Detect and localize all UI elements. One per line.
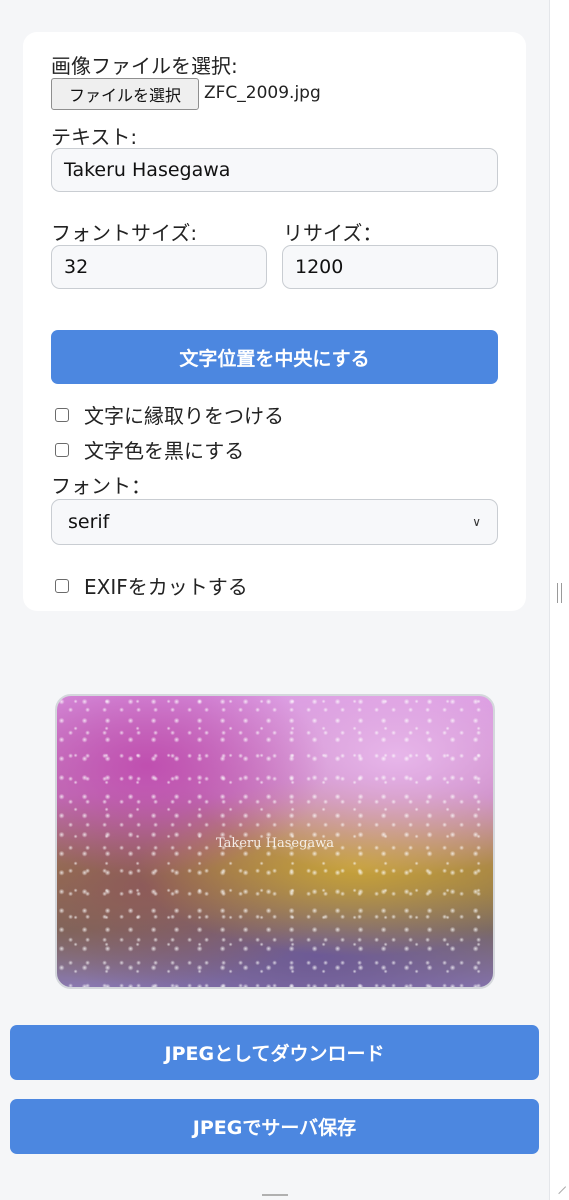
outline-checkbox[interactable] bbox=[55, 407, 69, 422]
outline-label: 文字に縁取りをつける bbox=[84, 404, 284, 428]
bottom-drag-handle-icon[interactable] bbox=[262, 1194, 288, 1196]
exif-option[interactable]: EXIFをカットする bbox=[55, 571, 248, 600]
black-text-option[interactable]: 文字色を黒にする bbox=[55, 435, 244, 464]
black-text-label: 文字色を黒にする bbox=[84, 439, 245, 463]
font-select-value: serif bbox=[68, 511, 110, 533]
chevron-down-icon: ∨ bbox=[472, 515, 481, 529]
resize-input[interactable]: 1200 bbox=[282, 245, 498, 289]
text-input[interactable]: Takeru Hasegawa bbox=[51, 148, 498, 192]
panel-resize-grip-icon[interactable] bbox=[557, 583, 562, 603]
exif-checkbox[interactable] bbox=[55, 578, 69, 593]
font-label: フォント： bbox=[51, 474, 151, 498]
preview-watermark-text: Takeru Hasegawa bbox=[215, 836, 335, 851]
resize-label: リサイズ： bbox=[283, 221, 383, 245]
exif-label: EXIFをカットする bbox=[84, 575, 248, 599]
text-label: テキスト: bbox=[51, 125, 138, 149]
font-size-input[interactable]: 32 bbox=[51, 245, 267, 289]
font-select[interactable]: serif ∨ bbox=[51, 499, 498, 545]
outline-option[interactable]: 文字に縁取りをつける bbox=[55, 400, 284, 429]
save-to-server-button[interactable]: JPEGでサーバ保存 bbox=[10, 1099, 539, 1154]
selected-file-name: ZFC_2009.jpg bbox=[204, 83, 321, 103]
image-file-label: 画像ファイルを選択: bbox=[51, 54, 238, 78]
image-preview: Takeru Hasegawa bbox=[55, 694, 495, 989]
font-size-label: フォントサイズ: bbox=[51, 221, 198, 245]
black-text-checkbox[interactable] bbox=[55, 442, 69, 457]
center-text-button[interactable]: 文字位置を中央にする bbox=[51, 330, 498, 384]
choose-file-button[interactable]: ファイルを選択 bbox=[51, 78, 199, 110]
download-jpeg-button[interactable]: JPEGとしてダウンロード bbox=[10, 1025, 539, 1080]
